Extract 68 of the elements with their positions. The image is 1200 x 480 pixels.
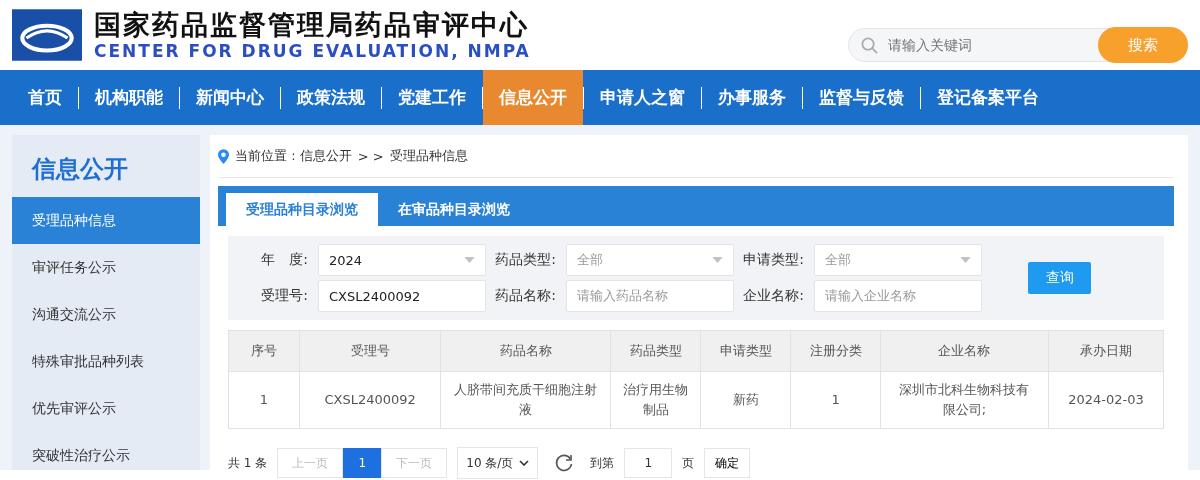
- table-cell: 人脐带间充质干细胞注射液: [440, 371, 611, 429]
- query-button[interactable]: 查询: [1028, 262, 1091, 294]
- table-cell: 新药: [700, 371, 791, 429]
- field-label: 受理号:: [260, 287, 309, 305]
- location-pin-icon: [218, 148, 229, 164]
- page-button[interactable]: 1: [343, 448, 382, 478]
- dropdown-field[interactable]: 全部: [814, 244, 982, 276]
- sidebar-item[interactable]: 优先审评公示: [12, 385, 200, 432]
- nav-item[interactable]: 政策法规: [281, 70, 381, 125]
- input-field[interactable]: CXSL2400092: [318, 280, 486, 312]
- search-icon: [861, 36, 878, 54]
- refresh-icon[interactable]: [554, 453, 575, 473]
- sidebar-item[interactable]: 沟通交流公示: [12, 291, 200, 338]
- column-header: 申请类型: [700, 330, 791, 372]
- nav-item[interactable]: 申请人之窗: [584, 70, 701, 125]
- dropdown-caret-icon: [960, 257, 971, 263]
- tab[interactable]: 在审品种目录浏览: [378, 193, 530, 226]
- table-cell: 治疗用生物制品: [610, 371, 701, 429]
- tab[interactable]: 受理品种目录浏览: [226, 193, 378, 226]
- column-header: 受理号: [299, 330, 441, 372]
- goto-label: 到第: [590, 454, 615, 472]
- sidebar-item[interactable]: 受理品种信息: [12, 197, 200, 244]
- field-label: 药品名称:: [494, 287, 557, 305]
- dropdown-field[interactable]: 全部: [566, 244, 734, 276]
- column-header: 序号: [228, 330, 300, 372]
- sidebar-item[interactable]: 审评任务公示: [12, 244, 200, 291]
- dropdown-caret-icon: [712, 257, 723, 263]
- nav-item[interactable]: 监督与反馈: [803, 70, 920, 125]
- field-label: 企业名称:: [742, 287, 805, 305]
- table-cell: 1: [228, 371, 300, 429]
- table-cell: CXSL2400092: [299, 371, 441, 429]
- table-cell: 深圳市北科生物科技有限公司;: [880, 371, 1049, 429]
- breadcrumb-separator: > >: [357, 148, 384, 164]
- nav-item[interactable]: 新闻中心: [180, 70, 280, 125]
- nav-item[interactable]: 首页: [12, 70, 78, 125]
- page-number-field[interactable]: 1: [624, 448, 673, 478]
- breadcrumb-link[interactable]: 受理品种信息: [389, 147, 468, 165]
- input-field[interactable]: 请输入企业名称: [814, 280, 982, 312]
- sidebar-item[interactable]: 特殊审批品种列表: [12, 338, 200, 385]
- field-label: 申请类型:: [742, 251, 805, 269]
- nav-item[interactable]: 党建工作: [382, 70, 482, 125]
- nav-item[interactable]: 登记备案平台: [921, 70, 1055, 125]
- sidebar-item[interactable]: 突破性治疗公示: [12, 432, 200, 479]
- confirm-button[interactable]: 确定: [704, 448, 751, 478]
- table-cell: 1: [790, 371, 881, 429]
- nav-item[interactable]: 办事服务: [702, 70, 802, 125]
- logo-icon: [12, 9, 82, 61]
- table-cell: 2024-02-03: [1048, 371, 1164, 429]
- site-subtitle: CENTER FOR DRUG EVALUATION, NMPA: [94, 41, 532, 61]
- column-header: 承办日期: [1048, 330, 1164, 372]
- page-unit-label: 页: [682, 454, 695, 472]
- dropdown-field[interactable]: 2024: [318, 244, 486, 276]
- input-field[interactable]: 请输入药品名称: [566, 280, 734, 312]
- site-title: 国家药品监督管理局药品审评中心: [94, 9, 530, 41]
- sidebar-title: 信息公开: [30, 154, 129, 185]
- page-size-dropdown[interactable]: 10 条/页: [457, 447, 539, 479]
- chevron-down-icon: [519, 460, 530, 466]
- column-header: 药品类型: [610, 330, 701, 372]
- nav-item[interactable]: 机构职能: [79, 70, 179, 125]
- column-header: 企业名称: [880, 330, 1049, 372]
- total-count: 共 1 条: [228, 454, 268, 472]
- field-label: 年 度:: [260, 251, 309, 269]
- breadcrumb-text: 当前位置 : 信息公开: [235, 147, 352, 165]
- column-header: 药品名称: [440, 330, 611, 372]
- nav-item[interactable]: 信息公开: [483, 70, 583, 125]
- field-label: 药品类型:: [494, 251, 557, 269]
- column-header: 注册分类: [790, 330, 881, 372]
- dropdown-caret-icon: [464, 257, 475, 263]
